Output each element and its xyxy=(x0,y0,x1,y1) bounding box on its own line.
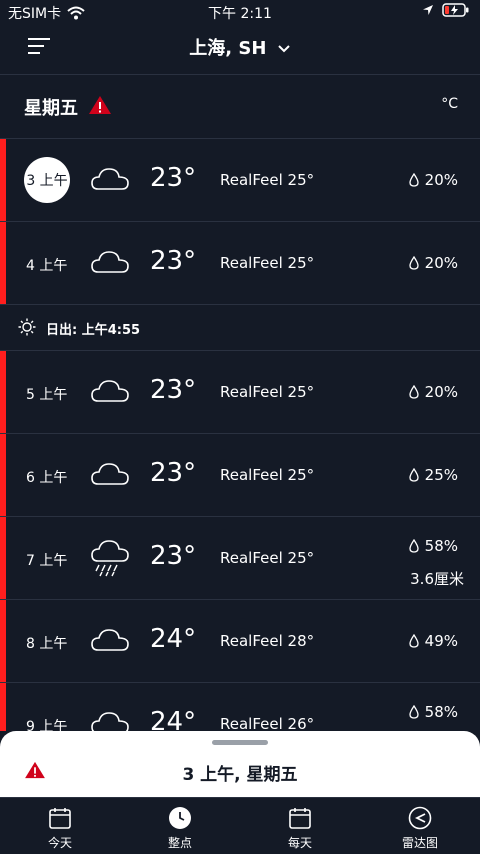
status-bar: 无SIM卡 下午 2:11 xyxy=(0,0,480,24)
sunrise-label: 日出: 上午4:55 xyxy=(46,323,141,338)
location-arrow-icon xyxy=(423,5,433,15)
hour-time: 5 上午 xyxy=(26,387,68,403)
drop-icon xyxy=(409,705,419,719)
hour-temp: 24° xyxy=(150,624,197,654)
hour-temp: 23° xyxy=(150,375,197,405)
hour-row[interactable]: 6 上午 23° RealFeel 25° 25% xyxy=(0,434,480,517)
rain-cloud-icon xyxy=(91,540,129,577)
calendar-icon xyxy=(289,808,311,829)
day-title: 星期五 xyxy=(24,98,78,119)
alert-bar xyxy=(0,600,6,682)
hour-precip: 58% xyxy=(424,703,458,721)
hour-temp: 23° xyxy=(150,458,197,488)
drop-icon xyxy=(409,173,419,187)
hour-precip: 49% xyxy=(424,632,458,650)
hour-precip: 20% xyxy=(424,383,458,401)
location-label: 上海, SH xyxy=(189,38,267,59)
hour-realfeel: RealFeel 25° xyxy=(220,383,315,401)
sunrise-row: 日出: 上午4:55 xyxy=(0,304,480,351)
drop-icon xyxy=(409,385,419,399)
hour-realfeel: RealFeel 26° xyxy=(220,715,315,731)
hour-row[interactable]: 7 上午 23° RealFeel 25° 58% 3.6厘米 xyxy=(0,517,480,600)
chevron-down-icon xyxy=(277,45,290,53)
drop-icon xyxy=(409,468,419,482)
alert-bar xyxy=(0,517,6,599)
hour-temp: 23° xyxy=(150,246,197,276)
cloud-icon xyxy=(91,168,129,190)
cloud-icon xyxy=(91,629,129,651)
cloud-icon xyxy=(91,251,129,273)
detail-sheet[interactable]: 3 上午, 星期五 xyxy=(0,731,480,797)
hour-temp: 24° xyxy=(150,707,197,731)
cloud-icon xyxy=(91,463,129,485)
tab-label: 整点 xyxy=(167,836,192,850)
tab-radar[interactable]: 雷达图 xyxy=(360,798,480,854)
hour-precip: 20% xyxy=(424,171,458,189)
hour-row[interactable]: 3 上午 23° RealFeel 25° 20% xyxy=(0,139,480,222)
alert-bar xyxy=(0,222,6,304)
hour-time-selected: 3 上午 xyxy=(24,157,70,203)
day-header: 星期五 °C xyxy=(0,74,480,139)
alert-bar xyxy=(0,434,6,516)
drop-icon xyxy=(409,539,419,553)
hour-precip: 58% xyxy=(424,537,458,555)
clock-icon xyxy=(169,807,191,829)
hour-precip: 25% xyxy=(424,466,458,484)
tab-label: 雷达图 xyxy=(401,836,438,850)
battery-charging-icon xyxy=(442,3,469,17)
hour-time: 4 上午 xyxy=(26,258,68,274)
hour-realfeel: RealFeel 25° xyxy=(220,549,315,567)
tab-bar: 今天 整点 每天 雷达图 xyxy=(0,797,480,854)
warning-icon[interactable] xyxy=(88,95,112,115)
sheet-title: 3 上午, 星期五 xyxy=(182,765,298,785)
tab-label: 今天 xyxy=(47,836,72,850)
hour-realfeel: RealFeel 25° xyxy=(220,466,315,484)
cloud-icon xyxy=(91,712,129,731)
hour-realfeel: RealFeel 25° xyxy=(220,254,315,272)
hour-realfeel: RealFeel 28° xyxy=(220,632,315,650)
hour-row[interactable]: 8 上午 24° RealFeel 28° 49% xyxy=(0,600,480,683)
hour-precip-amount: 3.6厘米 xyxy=(410,570,464,588)
cloud-icon xyxy=(91,380,129,402)
hour-temp: 23° xyxy=(150,163,197,193)
alert-bar xyxy=(0,683,6,731)
temperature-unit[interactable]: °C xyxy=(441,96,458,112)
hour-precip: 20% xyxy=(424,254,458,272)
tab-hourly[interactable]: 整点 xyxy=(120,798,240,854)
drop-icon xyxy=(409,634,419,648)
tab-daily[interactable]: 每天 xyxy=(240,798,360,854)
hour-row[interactable]: 4 上午 23° RealFeel 25° 20% xyxy=(0,222,480,305)
hour-time: 6 上午 xyxy=(26,470,68,486)
hour-row[interactable]: 5 上午 23° RealFeel 25° 20% xyxy=(0,351,480,434)
tab-label: 每天 xyxy=(287,836,312,850)
drop-icon xyxy=(409,256,419,270)
alert-bar xyxy=(0,351,6,433)
sun-icon xyxy=(18,318,36,336)
hour-row[interactable]: 9 上午 24° RealFeel 26° 58% xyxy=(0,683,480,731)
calendar-icon xyxy=(49,808,71,829)
radar-icon xyxy=(408,806,432,830)
hour-time: 7 上午 xyxy=(26,553,68,569)
hour-realfeel: RealFeel 25° xyxy=(220,171,315,189)
hour-temp: 23° xyxy=(150,541,197,571)
tab-today[interactable]: 今天 xyxy=(0,798,120,854)
hour-time: 8 上午 xyxy=(26,636,68,652)
clock: 下午 2:11 xyxy=(208,6,272,22)
hour-time: 9 上午 xyxy=(26,719,68,731)
alert-bar xyxy=(0,139,6,221)
header: 上海, SH xyxy=(0,24,480,75)
location-selector[interactable]: 上海, SH xyxy=(0,34,480,60)
sheet-handle[interactable] xyxy=(212,740,268,745)
